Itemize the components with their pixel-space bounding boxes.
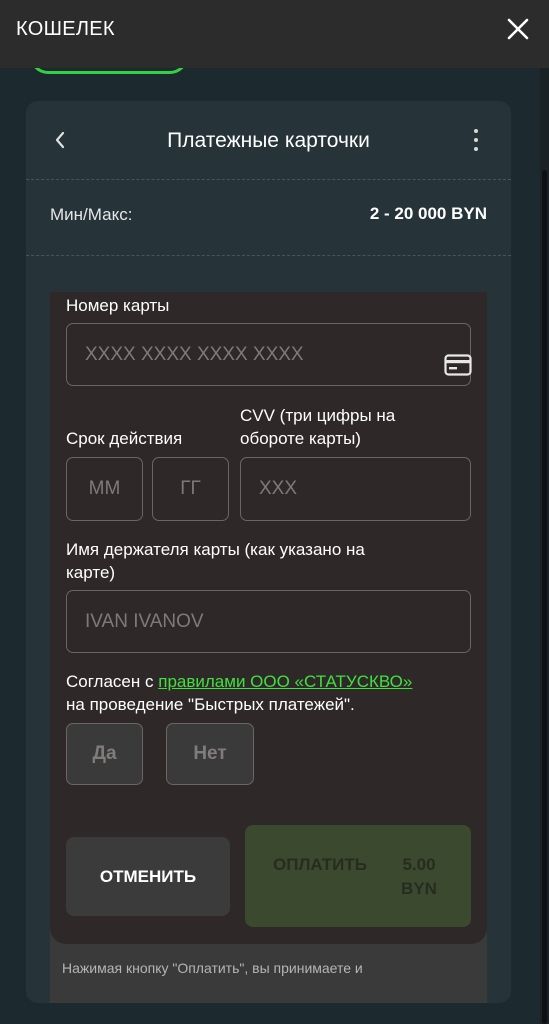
- pay-amount-value: 5.00: [402, 855, 436, 874]
- panel-header: Платежные карточки: [26, 101, 511, 179]
- card-number-input[interactable]: [66, 323, 471, 386]
- terms-note: Нажимая кнопку "Оплатить", вы принимаете…: [62, 960, 363, 976]
- holder-label-line2: карте): [66, 563, 116, 582]
- pay-label: ОПЛАТИТЬ: [273, 855, 368, 874]
- pay-button[interactable]: ОПЛАТИТЬ 5.00 BYN: [245, 825, 471, 927]
- more-dot-icon: [474, 129, 478, 133]
- agreement-suffix: на проведение "Быстрых платежей".: [66, 695, 355, 714]
- close-icon: [507, 18, 529, 40]
- panel-title: Платежные карточки: [167, 129, 370, 152]
- credit-card-icon: [444, 354, 472, 376]
- cancel-button[interactable]: ОТМЕНИТЬ: [66, 837, 230, 916]
- divider: [26, 179, 511, 180]
- cvv-label: CVV (три цифры на обороте карты): [240, 404, 395, 450]
- more-dot-icon: [474, 138, 478, 142]
- holder-label: Имя держателя карты (как указано на карт…: [66, 538, 365, 584]
- wallet-title: КОШЕЛЕК: [16, 18, 115, 40]
- card-holder-input[interactable]: [66, 590, 471, 653]
- agree-yes-button[interactable]: Да: [66, 723, 143, 785]
- agree-no-button[interactable]: Нет: [166, 723, 254, 785]
- top-bar: КОШЕЛЕК: [0, 0, 549, 68]
- agreement-prefix: Согласен с: [66, 672, 159, 691]
- payment-cards-panel: Платежные карточки Мин/Макс: 2 - 20 000 …: [26, 101, 511, 1003]
- holder-label-line1: Имя держателя карты (как указано на: [66, 540, 365, 559]
- more-options-button[interactable]: [466, 125, 486, 155]
- card-number-label: Номер карты: [66, 296, 170, 315]
- limits-value: 2 - 20 000 BYN: [369, 204, 487, 223]
- expiry-month-input[interactable]: [66, 457, 143, 521]
- pay-amount-currency: BYN: [401, 879, 437, 898]
- expiry-year-input[interactable]: [152, 457, 229, 521]
- scrollbar-thumb[interactable]: [542, 170, 547, 1024]
- limits-label: Мин/Макс:: [50, 205, 133, 224]
- card-form: Номер карты Срок действия CVV (три цифры…: [50, 292, 487, 944]
- cvv-label-line1: CVV (три цифры на: [240, 406, 396, 425]
- close-button[interactable]: [503, 14, 533, 44]
- cvv-label-line2: обороте карты): [240, 429, 361, 448]
- terms-link[interactable]: правилами ООО «СТАТУСКВО»: [158, 672, 412, 691]
- agreement-text: Согласен с правилами ООО «СТАТУСКВО» на …: [66, 670, 412, 716]
- cvv-input[interactable]: [240, 457, 471, 521]
- divider: [26, 255, 511, 256]
- expiry-label: Срок действия: [66, 429, 183, 448]
- more-dot-icon: [474, 147, 478, 151]
- pay-amount: 5.00 BYN: [391, 853, 447, 901]
